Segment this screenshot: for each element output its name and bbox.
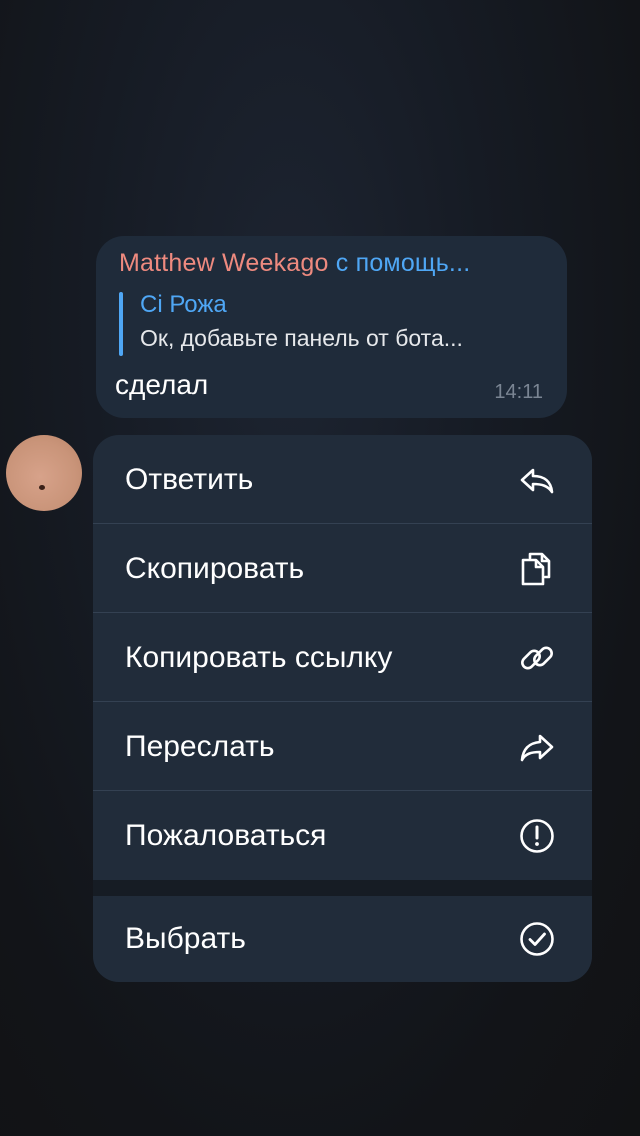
menu-item-copy-link[interactable]: Копировать ссылку	[93, 613, 592, 702]
menu-section-gap	[93, 880, 592, 896]
avatar[interactable]	[6, 435, 82, 511]
forward-icon	[520, 734, 554, 762]
reply-text: Ок, добавьте панель от бота...	[140, 325, 463, 351]
menu-item-copy[interactable]: Скопировать	[93, 524, 592, 613]
reply-quote[interactable]: Сі Рожа Ок, добавьте панель от бота...	[119, 290, 543, 356]
menu-item-label: Копировать ссылку	[125, 641, 393, 674]
menu-item-forward[interactable]: Переслать	[93, 702, 592, 791]
reply-icon	[520, 468, 554, 494]
menu-item-label: Ответить	[125, 463, 254, 496]
menu-item-reply[interactable]: Ответить	[93, 435, 592, 524]
report-icon	[520, 819, 554, 853]
context-menu: Ответить Скопировать Копировать ссылку П…	[93, 435, 592, 982]
message-time: 14:11	[494, 381, 543, 403]
menu-item-label: Выбрать	[125, 922, 246, 955]
message-bubble[interactable]: Matthew Weekago с помощь... Сі Рожа Ок, …	[96, 236, 567, 418]
link-icon	[521, 646, 553, 670]
reply-author: Сі Рожа	[140, 291, 227, 318]
menu-item-label: Переслать	[125, 730, 275, 763]
menu-item-label: Пожаловаться	[125, 819, 327, 852]
menu-item-select[interactable]: Выбрать	[93, 896, 592, 982]
sender-name[interactable]: Matthew Weekago	[119, 249, 329, 277]
menu-item-label: Скопировать	[125, 552, 305, 585]
select-check-icon	[520, 922, 554, 956]
message-text: сделал	[115, 369, 209, 400]
via-bot-label[interactable]: с помощь...	[336, 249, 471, 277]
avatar-detail	[39, 485, 45, 490]
copy-icon	[521, 552, 551, 586]
reply-accent-bar	[119, 292, 123, 356]
sender-line: Matthew Weekago с помощь...	[119, 247, 543, 279]
menu-item-report[interactable]: Пожаловаться	[93, 791, 592, 880]
